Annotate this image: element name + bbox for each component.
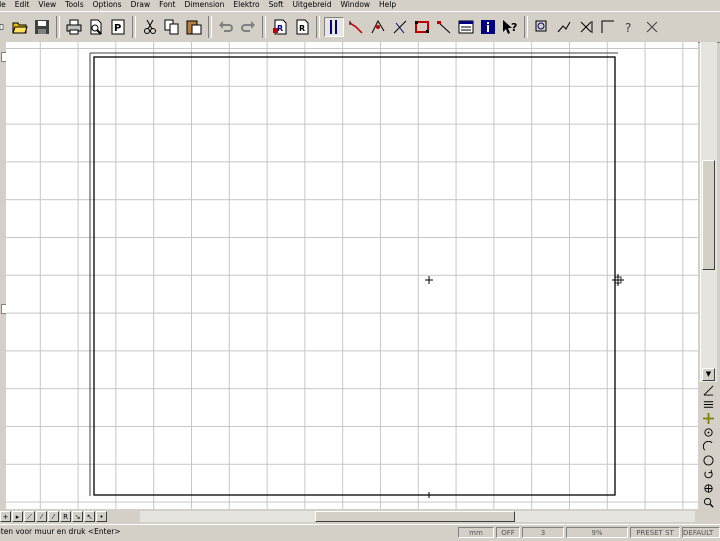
layers-icon[interactable] [702,398,715,411]
vertical-scroll-thumb[interactable] [702,160,715,270]
style-field: DEFAULT [682,527,720,538]
toolbar-separator [316,16,320,38]
delete-icon[interactable] [576,17,596,37]
menu-soft[interactable]: Soft [265,0,289,10]
tab-button[interactable]: • [96,511,107,522]
horizontal-scroll-thumb[interactable] [315,511,515,522]
scroll-down-arrow-icon[interactable]: ▼ [702,368,715,381]
print-icon[interactable] [64,17,84,37]
menu-edit[interactable]: Edit [11,0,35,10]
measure-tool-icon[interactable] [434,17,454,37]
redo-icon[interactable] [238,17,258,37]
polyline-tool-icon[interactable] [368,17,388,37]
menu-help[interactable]: Help [375,0,401,10]
open-folder-icon[interactable] [10,17,30,37]
svg-text:P: P [114,23,121,34]
wall-rectangle [93,56,616,496]
print-preview-icon[interactable] [86,17,106,37]
angle-snap-icon[interactable] [702,384,715,397]
svg-text:?: ? [625,21,631,35]
bottom-tab-row: + ▸ ⟋ ⁄ ⁄ R ↘ ↖ • [0,510,720,523]
close-doc-icon[interactable] [642,17,662,37]
menu-bar: ile Edit View Tools Options Draw Font Di… [0,0,720,10]
preset-field: PRESET ST [630,527,680,538]
pan-icon[interactable] [702,482,715,495]
line-tool-icon[interactable] [346,17,366,37]
object-snap-icon[interactable] [702,426,715,439]
undo-icon[interactable] [216,17,236,37]
tab-button[interactable]: ↘ [72,511,83,522]
drawing-svg [89,52,624,498]
toolbar-separator [208,16,212,38]
block-library-icon[interactable]: R [292,17,312,37]
zoom-icon[interactable] [702,496,715,509]
wall-tool-icon[interactable] [324,17,344,37]
tab-button[interactable]: ⁄ [36,511,47,522]
command-prompt: nten voor muur en druk <Enter> [0,527,121,536]
drawing-canvas[interactable] [6,42,698,509]
menu-view[interactable]: View [34,0,61,10]
main-toolbar: P R R ? ? [0,11,720,43]
grid-snap-icon[interactable] [702,412,715,425]
menu-tools[interactable]: Tools [61,0,88,10]
menu-font[interactable]: Font [155,0,180,10]
copy-icon[interactable] [162,17,182,37]
insert-block-icon[interactable]: R [270,17,290,37]
tab-button[interactable]: ⁄ [48,511,59,522]
circle-tool-icon[interactable] [702,454,715,467]
units-field: mm [458,527,494,538]
menu-window[interactable]: Window [336,0,375,10]
layer-field: 3 [522,527,564,538]
menu-uitgebreid[interactable]: Uitgebreid [288,0,336,10]
toolbar-separator [524,16,528,38]
snap-toggle-icon[interactable] [554,17,574,37]
menu-dimension[interactable]: Dimension [181,0,230,10]
center-crosshair [425,276,433,284]
status-bar: nten voor muur en druk <Enter> mm OFF 3 … [0,524,720,541]
bottom-midpoint-marker [425,492,433,498]
menu-draw[interactable]: Draw [127,0,156,10]
trim-tool-icon[interactable] [390,17,410,37]
save-disk-icon[interactable] [32,17,52,37]
context-help-icon[interactable]: ? [500,17,520,37]
snap-field[interactable]: OFF [496,527,520,538]
tab-button[interactable]: R [60,511,71,522]
rotate-icon[interactable] [702,468,715,481]
tab-button[interactable]: ▸ [12,511,23,522]
tab-button[interactable]: ⟋ [24,511,35,522]
new-icon[interactable] [0,17,8,37]
toolbar-separator [132,16,136,38]
select-rectangle-icon[interactable] [412,17,432,37]
cut-icon[interactable] [140,17,160,37]
svg-text:?: ? [511,21,517,34]
toolbar-separator [262,16,266,38]
menu-file[interactable]: ile [0,0,11,10]
tab-button[interactable]: + [0,511,11,522]
svg-text:R: R [299,24,305,33]
side-toolbar [700,383,717,509]
paste-icon[interactable] [184,17,204,37]
frame-icon[interactable] [598,17,618,37]
page-setup-icon[interactable]: P [108,17,128,37]
help-icon[interactable]: ? [620,17,640,37]
zoom-window-icon[interactable] [532,17,552,37]
tab-button[interactable]: ↖ [84,511,95,522]
info-icon[interactable] [478,17,498,37]
zoom-field: 9% [566,527,628,538]
vertical-scrollbar[interactable]: ▼ [700,42,717,382]
properties-list-icon[interactable] [456,17,476,37]
horizontal-scrollbar[interactable] [140,511,695,522]
menu-elektro[interactable]: Elektro [229,0,264,10]
arc-tool-icon[interactable] [702,440,715,453]
menu-options[interactable]: Options [89,0,127,10]
cursor-crosshair [612,274,624,286]
toolbar-separator [56,16,60,38]
